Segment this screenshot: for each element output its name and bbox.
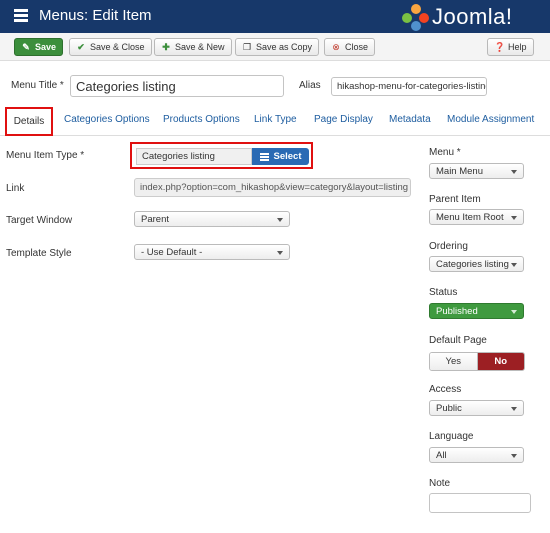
save-copy-button[interactable]: ❐ Save as Copy <box>235 38 320 56</box>
chevron-down-icon <box>277 218 283 222</box>
tab-link-type[interactable]: Link Type <box>254 114 297 125</box>
ordering-select[interactable]: Categories listing <box>429 256 524 272</box>
default-page-yes-button[interactable]: Yes <box>430 353 478 370</box>
menu-item-type-group: Categories listing Select <box>130 142 313 169</box>
close-button[interactable]: ⊗ Close <box>324 38 376 56</box>
tab-metadata[interactable]: Metadata <box>389 114 431 125</box>
alias-label: Alias <box>299 80 321 91</box>
tab-module-assignment[interactable]: Module Assignment <box>447 114 534 125</box>
menu-list-icon <box>14 9 28 22</box>
menu-item-type-field: Categories listing <box>136 148 252 165</box>
question-circle-icon: ❓ <box>494 41 506 52</box>
help-button[interactable]: ❓ Help <box>487 38 534 56</box>
default-page-label: Default Page <box>429 335 487 346</box>
menu-select[interactable]: Main Menu <box>429 163 524 179</box>
joomla-logo: Joomla! <box>402 4 542 31</box>
language-label: Language <box>429 431 474 442</box>
link-label: Link <box>6 183 25 194</box>
menu-title-label: Menu Title * <box>11 80 64 91</box>
tab-bar: Details Categories Options Products Opti… <box>0 106 550 136</box>
parent-item-select[interactable]: Menu Item Root <box>429 209 524 225</box>
status-select[interactable]: Published <box>429 303 524 319</box>
default-page-toggle: Yes No <box>429 352 525 371</box>
alias-input[interactable]: hikashop-menu-for-categories-listing <box>331 77 487 96</box>
copy-icon: ❐ <box>242 41 252 52</box>
app-header: Menus: Edit Item Joomla! <box>0 0 550 33</box>
access-select[interactable]: Public <box>429 400 524 416</box>
language-select[interactable]: All <box>429 447 524 463</box>
chevron-down-icon <box>511 407 517 411</box>
menu-item-type-label: Menu Item Type * <box>6 150 85 161</box>
chevron-down-icon <box>511 216 517 220</box>
list-icon <box>259 152 269 162</box>
tab-page-display[interactable]: Page Display <box>314 114 373 125</box>
chevron-down-icon <box>511 310 517 314</box>
chevron-down-icon <box>511 454 517 458</box>
tab-products-options[interactable]: Products Options <box>163 114 240 125</box>
toolbar: ✎ Save ✔ Save & Close ✚ Save & New ❐ Sav… <box>0 33 550 61</box>
status-label: Status <box>429 287 458 298</box>
menu-title-input[interactable]: Categories listing <box>70 75 284 97</box>
chevron-down-icon <box>511 263 517 267</box>
parent-item-label: Parent Item <box>429 194 481 205</box>
chevron-down-icon <box>277 251 283 255</box>
save-button[interactable]: ✎ Save <box>14 38 64 56</box>
menu-label: Menu * <box>429 147 461 158</box>
check-icon: ✔ <box>77 41 85 52</box>
template-style-label: Template Style <box>6 248 72 259</box>
close-circle-icon: ⊗ <box>332 41 340 52</box>
select-type-button[interactable]: Select <box>252 148 309 165</box>
tab-details[interactable]: Details <box>5 107 53 136</box>
joomla-mark-icon <box>402 4 429 31</box>
target-window-select[interactable]: Parent <box>134 211 290 227</box>
joomla-logo-text: Joomla! <box>432 4 513 29</box>
link-field: index.php?option=com_hikashop&view=categ… <box>134 178 411 197</box>
ordering-label: Ordering <box>429 241 468 252</box>
save-close-button[interactable]: ✔ Save & Close <box>69 38 152 56</box>
plus-icon: ✚ <box>162 41 170 52</box>
note-label: Note <box>429 478 451 489</box>
default-page-no-button[interactable]: No <box>477 353 524 370</box>
pencil-square-icon: ✎ <box>22 41 30 52</box>
note-input[interactable] <box>429 493 531 513</box>
template-style-select[interactable]: - Use Default - <box>134 244 290 260</box>
target-window-label: Target Window <box>6 215 73 226</box>
tab-categories-options[interactable]: Categories Options <box>64 114 150 125</box>
page-title: Menus: Edit Item <box>39 7 152 24</box>
access-label: Access <box>429 384 462 395</box>
chevron-down-icon <box>511 170 517 174</box>
save-new-button[interactable]: ✚ Save & New <box>154 38 232 56</box>
